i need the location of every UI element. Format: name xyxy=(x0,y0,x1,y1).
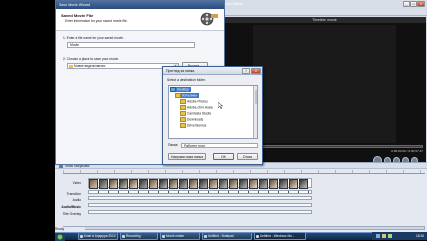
movie-maker-icon xyxy=(256,234,259,238)
toolbar xyxy=(201,9,427,16)
folder-icon xyxy=(69,65,73,68)
ok-button[interactable]: OK xyxy=(213,153,234,160)
clip-thumbnail[interactable] xyxy=(229,179,238,189)
new-folder-button[interactable]: Направи нова папка xyxy=(168,153,206,160)
horizontal-scrollbar[interactable] xyxy=(63,226,425,230)
app-icon xyxy=(80,234,83,238)
step1-label: 1. Enter a file name for your saved movi… xyxy=(63,36,125,40)
clip-thumbnail[interactable] xyxy=(249,179,258,189)
folder-icon xyxy=(180,117,186,122)
window-controls: _ □ x xyxy=(403,1,425,7)
app-icon xyxy=(122,234,125,238)
track-label-audio-music: Audio/Music xyxy=(61,205,81,209)
film-reel-icon xyxy=(200,12,218,26)
clip-thumbnail[interactable] xyxy=(189,179,198,189)
browse-instruction: Select a destination folder. xyxy=(167,78,206,82)
folder-tree[interactable]: Desktop Изпълнен Adobe Photos Adobe.cfrm… xyxy=(168,85,258,139)
wizard-title: Save Movie Wizard xyxy=(59,3,90,7)
clip-thumbnail[interactable] xyxy=(109,179,118,189)
track-label-audio: Audio xyxy=(72,198,81,202)
title-overlay-track[interactable] xyxy=(88,210,312,214)
clip-thumbnail[interactable] xyxy=(129,179,138,189)
wizard-subheading: Enter information for your saved movie f… xyxy=(65,19,128,23)
clip-thumbnail[interactable] xyxy=(139,179,148,189)
desktop-icon xyxy=(170,87,176,92)
taskbar-task[interactable]: Movie maker xyxy=(160,232,200,240)
wizard-heading: Saved Movie File xyxy=(61,13,94,18)
track-label-transition: Transition xyxy=(66,192,81,196)
wizard-header: Saved Movie File Enter information for y… xyxy=(56,9,224,31)
tray-icon[interactable] xyxy=(388,234,392,238)
tray-icon[interactable] xyxy=(382,234,386,238)
save-location-value: Мовие видеоклиповс xyxy=(74,64,106,68)
taskbar-task[interactable]: Клип в Андорра 2012 xyxy=(78,232,118,240)
tree-item-folder[interactable]: Downloads xyxy=(180,117,203,122)
cancel-button[interactable]: Отказ xyxy=(237,153,258,160)
folder-icon xyxy=(180,105,186,110)
taskbar-task[interactable]: Recording xyxy=(120,232,158,240)
tray-icon[interactable] xyxy=(376,234,380,238)
timeline-panel: Show Storyboard xyxy=(55,162,427,232)
browse-title-bar: Преглед за папка ? X xyxy=(163,67,262,75)
tree-item-folder[interactable]: Camtasia Studio xyxy=(180,111,211,116)
tree-scroll-thumb[interactable] xyxy=(254,90,257,104)
folder-name-input[interactable] xyxy=(181,143,258,148)
wizard-title-bar: Save Movie Wizard xyxy=(56,1,224,9)
file-name-input[interactable] xyxy=(67,42,195,48)
browse-folder-dialog: Преглед за папка ? X Select a destinatio… xyxy=(162,66,263,165)
step2-label: 2. Choose a place to save your movie. xyxy=(63,57,120,61)
system-tray: 18:26 xyxy=(372,232,427,240)
transition-track[interactable] xyxy=(88,190,312,194)
app-icon xyxy=(162,234,165,238)
clip-thumbnail[interactable] xyxy=(209,179,218,189)
preview-screen xyxy=(253,25,396,143)
clip-thumbnail[interactable] xyxy=(259,179,268,189)
track-labels: Video Transition Audio Audio/Music Title… xyxy=(55,177,81,227)
tree-item-user[interactable]: Изпълнен xyxy=(175,93,200,98)
mouse-pointer-icon xyxy=(218,102,223,109)
clip-thumbnail[interactable] xyxy=(279,179,288,189)
folder-icon xyxy=(180,99,186,104)
minimize-icon[interactable]: _ xyxy=(403,1,410,7)
clock: 18:26 xyxy=(416,234,424,238)
folder-icon xyxy=(180,123,186,128)
clip-thumbnail[interactable] xyxy=(269,179,278,189)
track-label-title-overlay: Title Overlay xyxy=(62,212,81,216)
taskbar-task[interactable]: Untitled - Notepad xyxy=(202,232,252,240)
clip-thumbnail[interactable] xyxy=(299,179,308,189)
preview-title: Timeline: movie xyxy=(223,17,426,23)
clip-thumbnail[interactable] xyxy=(179,179,188,189)
maximize-icon[interactable]: □ xyxy=(410,1,417,7)
timeline-ruler xyxy=(63,170,425,174)
user-folder-icon xyxy=(175,93,181,98)
clip-thumbnail[interactable] xyxy=(199,179,208,189)
clip-thumbnail[interactable] xyxy=(149,179,158,189)
clip-thumbnail[interactable] xyxy=(99,179,108,189)
clip-thumbnail[interactable] xyxy=(169,179,178,189)
time-readout: 0:00:00.00 / 0:00:57.47 xyxy=(391,149,423,153)
tree-item-folder[interactable]: Adobe.cfrm.Нова xyxy=(180,105,213,110)
help-icon[interactable]: ? xyxy=(242,68,250,74)
tree-item-desktop[interactable]: Desktop xyxy=(170,87,192,92)
clip-thumbnail[interactable] xyxy=(119,179,128,189)
folder-icon xyxy=(180,111,186,116)
audio-track[interactable] xyxy=(88,196,312,200)
track-label-video: Video xyxy=(72,181,81,185)
clip-thumbnail[interactable] xyxy=(239,179,248,189)
video-track[interactable] xyxy=(88,178,312,189)
tree-item-folder[interactable]: DriverGenius xyxy=(180,123,206,128)
clip-thumbnail[interactable] xyxy=(219,179,228,189)
close-icon[interactable]: X xyxy=(251,68,261,74)
browse-dialog-title: Преглед за папка xyxy=(166,69,195,73)
taskbar-task-active[interactable]: Untitled - Windows Mo... xyxy=(254,232,306,240)
clip-thumbnail[interactable] xyxy=(159,179,168,189)
clip-thumbnail[interactable] xyxy=(289,179,298,189)
tree-scrollbar[interactable] xyxy=(253,86,257,138)
folder-label: Папка: xyxy=(168,143,179,147)
close-icon[interactable]: x xyxy=(417,1,425,7)
tree-item-folder[interactable]: Adobe Photos xyxy=(180,99,208,104)
clip-thumbnail[interactable] xyxy=(89,179,98,189)
notepad-icon xyxy=(204,234,207,238)
audio-music-track[interactable] xyxy=(88,203,312,207)
